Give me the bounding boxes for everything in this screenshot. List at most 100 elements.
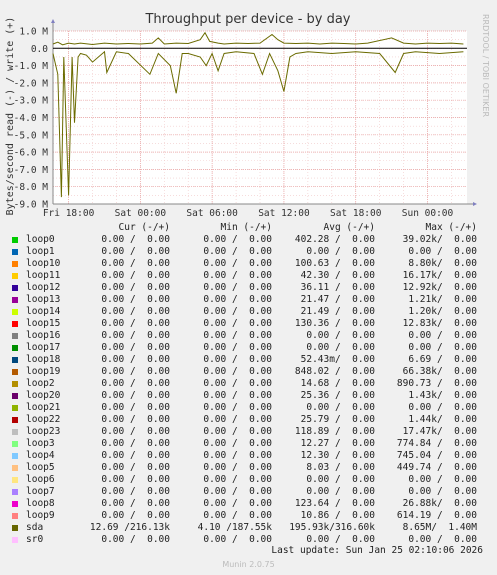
legend-avg: 848.02 / 0.00	[294, 366, 375, 377]
legend-min: 0.00 / 0.00	[203, 282, 272, 293]
legend-max: 0.00 / 0.00	[408, 330, 477, 341]
header-cur: Cur (-/+)	[118, 222, 170, 233]
legend-min: 0.00 / 0.00	[203, 354, 272, 365]
legend-avg: 10.86 / 0.00	[300, 510, 375, 521]
legend-row: loop18 0.00 / 0.00 0.00 / 0.00 52.43m/ 0.00…	[0, 354, 497, 366]
legend-swatch	[12, 489, 18, 495]
legend-swatch	[12, 465, 18, 471]
legend-row: loop14 0.00 / 0.00 0.00 / 0.00 21.49 / 0.00…	[0, 306, 497, 318]
legend-avg: 12.30 / 0.00	[300, 450, 375, 461]
legend-min: 0.00 / 0.00	[203, 270, 272, 281]
legend-name: loop22	[26, 414, 61, 425]
legend-name: loop18	[26, 354, 61, 365]
legend-row: loop17 0.00 / 0.00 0.00 / 0.00 0.00 / 0.00 0…	[0, 342, 497, 354]
legend-swatch	[12, 345, 18, 351]
legend-row: loop13 0.00 / 0.00 0.00 / 0.00 21.47 / 0.00…	[0, 294, 497, 306]
legend-row: loop15 0.00 / 0.00 0.00 / 0.00 130.36 / 0.0…	[0, 318, 497, 330]
legend-name: loop17	[26, 342, 61, 353]
y-tick-label: -1.0 M	[14, 61, 49, 72]
legend-swatch	[12, 405, 18, 411]
legend-min: 0.00 / 0.00	[203, 426, 272, 437]
legend-avg: 402.28 / 0.00	[294, 234, 375, 245]
legend-min: 0.00 / 0.00	[203, 234, 272, 245]
legend-avg: 0.00 / 0.00	[306, 474, 375, 485]
legend-swatch	[12, 453, 18, 459]
legend-name: loop11	[26, 270, 61, 281]
legend-row: loop11 0.00 / 0.00 0.00 / 0.00 42.30 / 0.00…	[0, 270, 497, 282]
legend-name: loop15	[26, 318, 61, 329]
legend-max: 39.02k/ 0.00	[402, 234, 477, 245]
legend-name: loop0	[26, 234, 55, 245]
legend-min: 0.00 / 0.00	[203, 534, 272, 545]
legend-cur: 0.00 / 0.00	[101, 234, 170, 245]
legend-cur: 0.00 / 0.00	[101, 282, 170, 293]
legend-swatch	[12, 357, 18, 363]
legend-swatch	[12, 417, 18, 423]
last-update: Last update: Sun Jan 25 02:10:06 2026	[271, 545, 483, 556]
legend-row: loop0 0.00 / 0.00 0.00 / 0.00 402.28 / 0.00…	[0, 234, 497, 246]
legend-name: loop6	[26, 474, 55, 485]
legend-row: loop20 0.00 / 0.00 0.00 / 0.00 25.36 / 0.00…	[0, 390, 497, 402]
legend-min: 4.10 /187.55k	[197, 522, 272, 533]
legend-name: loop3	[26, 438, 55, 449]
legend-row: loop5 0.00 / 0.00 0.00 / 0.00 8.03 / 0.00 44…	[0, 462, 497, 474]
x-tick-label: Sat 18:00	[330, 208, 382, 219]
y-tick-label: -6.0 M	[14, 148, 49, 159]
legend-avg: 130.36 / 0.00	[294, 318, 375, 329]
legend-swatch	[12, 525, 18, 531]
legend-cur: 0.00 / 0.00	[101, 366, 170, 377]
legend-min: 0.00 / 0.00	[203, 498, 272, 509]
legend-avg: 52.43m/ 0.00	[300, 354, 375, 365]
y-axis-arrow	[51, 19, 55, 23]
x-tick-label: Sat 12:00	[258, 208, 310, 219]
legend-row: loop19 0.00 / 0.00 0.00 / 0.00 848.02 / 0.0…	[0, 366, 497, 378]
legend-avg: 42.30 / 0.00	[300, 270, 375, 281]
legend-cur: 0.00 / 0.00	[101, 462, 170, 473]
legend-swatch	[12, 477, 18, 483]
legend-avg: 12.27 / 0.00	[300, 438, 375, 449]
legend-row: loop22 0.00 / 0.00 0.00 / 0.00 25.79 / 0.00…	[0, 414, 497, 426]
legend-row: loop3 0.00 / 0.00 0.00 / 0.00 12.27 / 0.00 7…	[0, 438, 497, 450]
legend-min: 0.00 / 0.00	[203, 486, 272, 497]
legend-avg: 14.68 / 0.00	[300, 378, 375, 389]
legend-row: sda 12.69 /216.13k 4.10 /187.55k 195.93k/31…	[0, 522, 497, 534]
legend-name: loop21	[26, 402, 61, 413]
y-tick-label: -3.0 M	[14, 96, 49, 107]
legend-min: 0.00 / 0.00	[203, 510, 272, 521]
legend-min: 0.00 / 0.00	[203, 414, 272, 425]
legend-row: loop1 0.00 / 0.00 0.00 / 0.00 0.00 / 0.00 0.…	[0, 246, 497, 258]
legend-min: 0.00 / 0.00	[203, 246, 272, 257]
legend-row: loop16 0.00 / 0.00 0.00 / 0.00 0.00 / 0.00 0…	[0, 330, 497, 342]
chart-title: Throughput per device - by day	[144, 12, 350, 27]
legend-max: 0.00 / 0.00	[408, 486, 477, 497]
legend-max: 614.19 / 0.00	[396, 510, 477, 521]
legend-avg: 195.93k/316.60k	[289, 522, 375, 533]
legend-cur: 0.00 / 0.00	[101, 426, 170, 437]
legend-min: 0.00 / 0.00	[203, 378, 272, 389]
legend-swatch	[12, 249, 18, 255]
legend-swatch	[12, 369, 18, 375]
y-tick-label: 0.0	[31, 44, 48, 55]
legend-name: loop4	[26, 450, 55, 461]
legend-min: 0.00 / 0.00	[203, 342, 272, 353]
legend-cur: 0.00 / 0.00	[101, 498, 170, 509]
legend-max: 890.73 / 0.00	[396, 378, 477, 389]
legend-name: loop1	[26, 246, 55, 257]
legend-min: 0.00 / 0.00	[203, 450, 272, 461]
legend-cur: 0.00 / 0.00	[101, 318, 170, 329]
legend-max: 449.74 / 0.00	[396, 462, 477, 473]
legend-row: loop10 0.00 / 0.00 0.00 / 0.00 100.63 / 0.0…	[0, 258, 497, 270]
legend-avg: 0.00 / 0.00	[306, 486, 375, 497]
legend-avg: 118.89 / 0.00	[294, 426, 375, 437]
x-tick-label: Sat 00:00	[115, 208, 167, 219]
legend-max: 745.04 / 0.00	[396, 450, 477, 461]
legend-avg: 25.79 / 0.00	[300, 414, 375, 425]
legend-avg: 0.00 / 0.00	[306, 246, 375, 257]
legend-max: 0.00 / 0.00	[408, 474, 477, 485]
legend-swatch	[12, 513, 18, 519]
legend-row: loop23 0.00 / 0.00 0.00 / 0.00 118.89 / 0.0…	[0, 426, 497, 438]
y-tick-label: -8.0 M	[14, 182, 49, 193]
legend-row: loop4 0.00 / 0.00 0.00 / 0.00 12.30 / 0.00 7…	[0, 450, 497, 462]
legend-swatch	[12, 237, 18, 243]
legend-min: 0.00 / 0.00	[203, 402, 272, 413]
